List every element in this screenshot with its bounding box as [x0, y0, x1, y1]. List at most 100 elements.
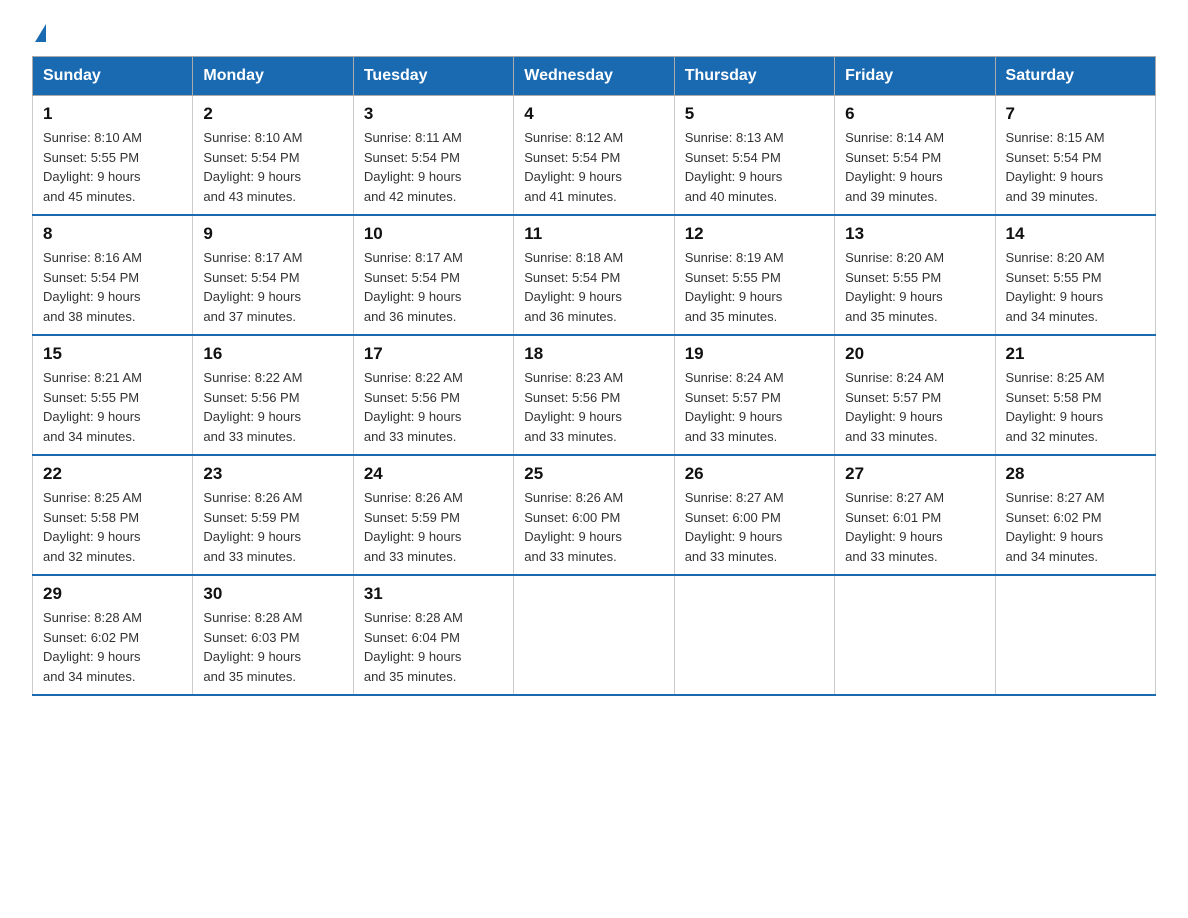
calendar-cell: 28 Sunrise: 8:27 AMSunset: 6:02 PMDaylig… [995, 455, 1155, 575]
calendar-cell: 24 Sunrise: 8:26 AMSunset: 5:59 PMDaylig… [353, 455, 513, 575]
day-info: Sunrise: 8:22 AMSunset: 5:56 PMDaylight:… [364, 370, 463, 444]
column-header-saturday: Saturday [995, 57, 1155, 96]
column-header-sunday: Sunday [33, 57, 193, 96]
day-info: Sunrise: 8:18 AMSunset: 5:54 PMDaylight:… [524, 250, 623, 324]
day-info: Sunrise: 8:26 AMSunset: 5:59 PMDaylight:… [203, 490, 302, 564]
calendar-table: SundayMondayTuesdayWednesdayThursdayFrid… [32, 56, 1156, 696]
calendar-cell: 13 Sunrise: 8:20 AMSunset: 5:55 PMDaylig… [835, 215, 995, 335]
day-info: Sunrise: 8:21 AMSunset: 5:55 PMDaylight:… [43, 370, 142, 444]
day-info: Sunrise: 8:27 AMSunset: 6:00 PMDaylight:… [685, 490, 784, 564]
calendar-cell: 5 Sunrise: 8:13 AMSunset: 5:54 PMDayligh… [674, 96, 834, 216]
day-info: Sunrise: 8:26 AMSunset: 6:00 PMDaylight:… [524, 490, 623, 564]
calendar-cell: 29 Sunrise: 8:28 AMSunset: 6:02 PMDaylig… [33, 575, 193, 695]
calendar-cell: 10 Sunrise: 8:17 AMSunset: 5:54 PMDaylig… [353, 215, 513, 335]
day-number: 19 [685, 344, 824, 364]
calendar-cell: 25 Sunrise: 8:26 AMSunset: 6:00 PMDaylig… [514, 455, 674, 575]
day-number: 30 [203, 584, 342, 604]
page-header [32, 24, 1156, 40]
calendar-week-row: 22 Sunrise: 8:25 AMSunset: 5:58 PMDaylig… [33, 455, 1156, 575]
day-info: Sunrise: 8:15 AMSunset: 5:54 PMDaylight:… [1006, 130, 1105, 204]
day-number: 26 [685, 464, 824, 484]
day-info: Sunrise: 8:10 AMSunset: 5:54 PMDaylight:… [203, 130, 302, 204]
calendar-cell: 12 Sunrise: 8:19 AMSunset: 5:55 PMDaylig… [674, 215, 834, 335]
calendar-cell: 27 Sunrise: 8:27 AMSunset: 6:01 PMDaylig… [835, 455, 995, 575]
day-number: 14 [1006, 224, 1145, 244]
calendar-cell: 15 Sunrise: 8:21 AMSunset: 5:55 PMDaylig… [33, 335, 193, 455]
calendar-cell: 16 Sunrise: 8:22 AMSunset: 5:56 PMDaylig… [193, 335, 353, 455]
day-number: 17 [364, 344, 503, 364]
calendar-cell: 18 Sunrise: 8:23 AMSunset: 5:56 PMDaylig… [514, 335, 674, 455]
day-info: Sunrise: 8:20 AMSunset: 5:55 PMDaylight:… [1006, 250, 1105, 324]
calendar-cell: 23 Sunrise: 8:26 AMSunset: 5:59 PMDaylig… [193, 455, 353, 575]
day-info: Sunrise: 8:28 AMSunset: 6:04 PMDaylight:… [364, 610, 463, 684]
calendar-cell: 22 Sunrise: 8:25 AMSunset: 5:58 PMDaylig… [33, 455, 193, 575]
day-info: Sunrise: 8:28 AMSunset: 6:02 PMDaylight:… [43, 610, 142, 684]
column-header-friday: Friday [835, 57, 995, 96]
calendar-cell: 17 Sunrise: 8:22 AMSunset: 5:56 PMDaylig… [353, 335, 513, 455]
logo [32, 24, 46, 40]
day-info: Sunrise: 8:19 AMSunset: 5:55 PMDaylight:… [685, 250, 784, 324]
day-info: Sunrise: 8:14 AMSunset: 5:54 PMDaylight:… [845, 130, 944, 204]
calendar-cell: 26 Sunrise: 8:27 AMSunset: 6:00 PMDaylig… [674, 455, 834, 575]
day-number: 31 [364, 584, 503, 604]
day-info: Sunrise: 8:24 AMSunset: 5:57 PMDaylight:… [845, 370, 944, 444]
logo-triangle-icon [35, 24, 46, 42]
column-header-tuesday: Tuesday [353, 57, 513, 96]
day-info: Sunrise: 8:12 AMSunset: 5:54 PMDaylight:… [524, 130, 623, 204]
calendar-cell [514, 575, 674, 695]
day-info: Sunrise: 8:27 AMSunset: 6:02 PMDaylight:… [1006, 490, 1105, 564]
column-header-wednesday: Wednesday [514, 57, 674, 96]
day-number: 16 [203, 344, 342, 364]
day-number: 24 [364, 464, 503, 484]
day-number: 13 [845, 224, 984, 244]
day-number: 2 [203, 104, 342, 124]
calendar-cell: 31 Sunrise: 8:28 AMSunset: 6:04 PMDaylig… [353, 575, 513, 695]
day-number: 3 [364, 104, 503, 124]
calendar-week-row: 8 Sunrise: 8:16 AMSunset: 5:54 PMDayligh… [33, 215, 1156, 335]
day-number: 21 [1006, 344, 1145, 364]
day-info: Sunrise: 8:25 AMSunset: 5:58 PMDaylight:… [43, 490, 142, 564]
calendar-header-row: SundayMondayTuesdayWednesdayThursdayFrid… [33, 57, 1156, 96]
day-number: 27 [845, 464, 984, 484]
calendar-cell: 21 Sunrise: 8:25 AMSunset: 5:58 PMDaylig… [995, 335, 1155, 455]
calendar-cell: 8 Sunrise: 8:16 AMSunset: 5:54 PMDayligh… [33, 215, 193, 335]
column-header-thursday: Thursday [674, 57, 834, 96]
calendar-cell: 4 Sunrise: 8:12 AMSunset: 5:54 PMDayligh… [514, 96, 674, 216]
calendar-cell [995, 575, 1155, 695]
calendar-cell: 30 Sunrise: 8:28 AMSunset: 6:03 PMDaylig… [193, 575, 353, 695]
calendar-cell: 9 Sunrise: 8:17 AMSunset: 5:54 PMDayligh… [193, 215, 353, 335]
day-info: Sunrise: 8:17 AMSunset: 5:54 PMDaylight:… [203, 250, 302, 324]
calendar-cell [674, 575, 834, 695]
day-info: Sunrise: 8:28 AMSunset: 6:03 PMDaylight:… [203, 610, 302, 684]
day-number: 7 [1006, 104, 1145, 124]
day-info: Sunrise: 8:13 AMSunset: 5:54 PMDaylight:… [685, 130, 784, 204]
day-number: 9 [203, 224, 342, 244]
calendar-cell: 3 Sunrise: 8:11 AMSunset: 5:54 PMDayligh… [353, 96, 513, 216]
calendar-week-row: 1 Sunrise: 8:10 AMSunset: 5:55 PMDayligh… [33, 96, 1156, 216]
day-info: Sunrise: 8:22 AMSunset: 5:56 PMDaylight:… [203, 370, 302, 444]
column-header-monday: Monday [193, 57, 353, 96]
calendar-cell: 11 Sunrise: 8:18 AMSunset: 5:54 PMDaylig… [514, 215, 674, 335]
day-number: 25 [524, 464, 663, 484]
calendar-cell: 1 Sunrise: 8:10 AMSunset: 5:55 PMDayligh… [33, 96, 193, 216]
calendar-week-row: 29 Sunrise: 8:28 AMSunset: 6:02 PMDaylig… [33, 575, 1156, 695]
day-number: 11 [524, 224, 663, 244]
calendar-week-row: 15 Sunrise: 8:21 AMSunset: 5:55 PMDaylig… [33, 335, 1156, 455]
day-number: 10 [364, 224, 503, 244]
day-number: 20 [845, 344, 984, 364]
day-info: Sunrise: 8:24 AMSunset: 5:57 PMDaylight:… [685, 370, 784, 444]
day-info: Sunrise: 8:16 AMSunset: 5:54 PMDaylight:… [43, 250, 142, 324]
day-number: 18 [524, 344, 663, 364]
day-number: 12 [685, 224, 824, 244]
calendar-cell: 14 Sunrise: 8:20 AMSunset: 5:55 PMDaylig… [995, 215, 1155, 335]
day-info: Sunrise: 8:11 AMSunset: 5:54 PMDaylight:… [364, 130, 462, 204]
day-number: 6 [845, 104, 984, 124]
day-number: 8 [43, 224, 182, 244]
calendar-cell: 2 Sunrise: 8:10 AMSunset: 5:54 PMDayligh… [193, 96, 353, 216]
day-number: 29 [43, 584, 182, 604]
day-info: Sunrise: 8:17 AMSunset: 5:54 PMDaylight:… [364, 250, 463, 324]
day-info: Sunrise: 8:23 AMSunset: 5:56 PMDaylight:… [524, 370, 623, 444]
day-info: Sunrise: 8:20 AMSunset: 5:55 PMDaylight:… [845, 250, 944, 324]
calendar-cell: 20 Sunrise: 8:24 AMSunset: 5:57 PMDaylig… [835, 335, 995, 455]
day-number: 5 [685, 104, 824, 124]
